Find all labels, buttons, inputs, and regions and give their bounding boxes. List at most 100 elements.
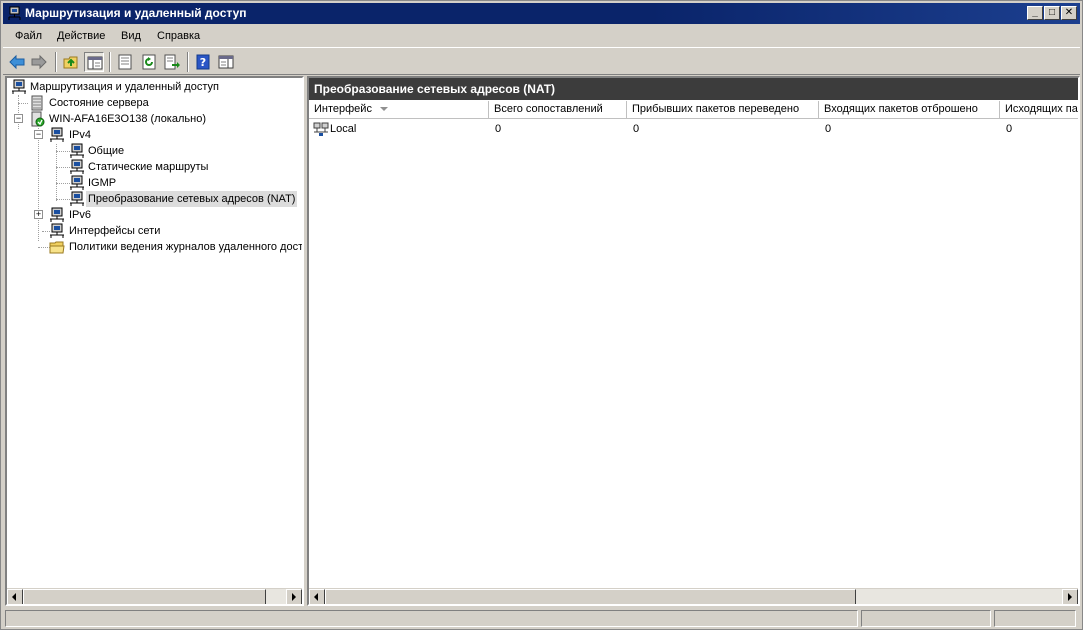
routing-app-icon	[8, 6, 21, 20]
close-button[interactable]: ✕	[1061, 6, 1077, 20]
export-list-button[interactable]	[162, 52, 182, 72]
network-node-icon	[70, 143, 84, 158]
status-panel-main	[5, 610, 858, 627]
toolbar-separator	[55, 52, 57, 72]
window-title: Маршрутизация и удаленный доступ	[25, 6, 247, 20]
menu-view[interactable]: Вид	[118, 29, 144, 43]
expand-toggle[interactable]: +	[34, 210, 43, 219]
tree-label: IGMP	[88, 177, 117, 189]
network-node-icon	[50, 223, 64, 238]
scroll-right-button[interactable]	[286, 589, 302, 604]
scroll-thumb[interactable]	[23, 589, 266, 604]
console-tree[interactable]: Маршрутизация и удаленный доступ Состоян…	[5, 76, 304, 606]
column-header-inbound-rejected[interactable]: Входящих пакетов отброшено	[819, 101, 1000, 119]
table-row[interactable]: Local 0 0 0 0	[309, 121, 1078, 137]
show-hide-tree-button[interactable]	[84, 52, 104, 72]
cell-inbound-translated: 0	[633, 123, 640, 135]
network-interface-icon	[313, 122, 329, 136]
folder-icon	[49, 241, 65, 254]
arrow-right-icon	[292, 593, 296, 601]
tree-label: IPv6	[69, 209, 92, 221]
scroll-right-button[interactable]	[1062, 589, 1078, 604]
toolbar-separator	[187, 52, 189, 72]
tree-item-ipv4[interactable]: − IPv4	[7, 127, 302, 143]
tree-label: Интерфейсы сети	[69, 225, 161, 237]
tree-item-server-status[interactable]: Состояние сервера	[7, 95, 302, 111]
tree-item-server[interactable]: − WIN-AFA16E3O138 (локально)	[7, 111, 302, 127]
network-node-icon	[70, 175, 84, 190]
sort-down-icon	[379, 107, 388, 112]
routing-server-icon	[12, 79, 26, 94]
menu-bar: Файл Действие Вид Справка	[3, 26, 1080, 46]
status-bar	[3, 609, 1080, 628]
column-header-inbound-translated[interactable]: Прибывших пакетов переведено	[627, 101, 819, 119]
back-arrow-icon	[9, 54, 25, 70]
column-headers: Интерфейс Всего сопоставлений Прибывших …	[309, 101, 1078, 119]
tree-item-igmp[interactable]: IGMP	[7, 175, 302, 191]
help-icon: ?	[196, 54, 210, 70]
export-list-icon	[164, 54, 180, 70]
collapse-toggle[interactable]: −	[34, 130, 43, 139]
menu-file[interactable]: Файл	[12, 29, 45, 43]
tree-label: Политики ведения журналов удаленного дос…	[69, 241, 304, 253]
help-button[interactable]: ?	[193, 52, 213, 72]
refresh-button[interactable]	[139, 52, 159, 72]
up-folder-icon	[63, 56, 78, 69]
column-header-interface[interactable]: Интерфейс	[309, 101, 489, 119]
title-bar[interactable]: Маршрутизация и удаленный доступ _ □ ✕	[3, 3, 1080, 24]
tree-item-root[interactable]: Маршрутизация и удаленный доступ	[7, 79, 302, 95]
toolbar: ?	[3, 47, 1080, 75]
tree-label: Состояние сервера	[49, 97, 149, 109]
tree-label: Общие	[88, 145, 125, 157]
tree-item-static-routes[interactable]: Статические маршруты	[7, 159, 302, 175]
arrow-right-icon	[1068, 593, 1072, 601]
tree-label: WIN-AFA16E3O138 (локально)	[49, 113, 206, 125]
column-header-total-mappings[interactable]: Всего сопоставлений	[489, 101, 627, 119]
action-pane-button[interactable]	[216, 52, 236, 72]
svg-text:?: ?	[200, 56, 206, 69]
tree-item-logging[interactable]: Политики ведения журналов удаленного дос…	[7, 239, 304, 255]
tree-horizontal-scrollbar[interactable]	[7, 588, 302, 604]
show-hide-console-tree-icon	[87, 56, 103, 70]
server-icon	[31, 111, 45, 127]
network-node-icon	[70, 191, 84, 206]
maximize-button[interactable]: □	[1044, 6, 1060, 20]
details-header: Преобразование сетевых адресов (NAT)	[309, 78, 1078, 100]
refresh-icon	[142, 54, 156, 70]
network-node-icon	[50, 127, 64, 142]
menu-action[interactable]: Действие	[54, 29, 108, 43]
tree-label: Маршрутизация и удаленный доступ	[30, 81, 219, 93]
scroll-left-button[interactable]	[309, 589, 325, 604]
tree-label: Преобразование сетевых адресов (NAT)	[86, 191, 298, 207]
app-window: Маршрутизация и удаленный доступ _ □ ✕ Ф…	[0, 0, 1083, 630]
arrow-left-icon	[314, 593, 318, 601]
tree-item-nat[interactable]: Преобразование сетевых адресов (NAT)	[7, 191, 302, 207]
scroll-thumb[interactable]	[325, 589, 856, 604]
tree-item-general[interactable]: Общие	[7, 143, 302, 159]
scroll-left-button[interactable]	[7, 589, 23, 604]
forward-button[interactable]	[29, 52, 49, 72]
minimize-button[interactable]: _	[1027, 6, 1043, 20]
tree-item-interfaces[interactable]: Интерфейсы сети	[7, 223, 302, 239]
server-status-icon	[31, 95, 43, 111]
properties-icon	[118, 54, 132, 70]
cell-outbound-translated: 0	[1006, 123, 1013, 135]
column-header-label: Интерфейс	[314, 103, 372, 115]
status-panel-tertiary	[994, 610, 1076, 627]
collapse-toggle[interactable]: −	[14, 114, 23, 123]
properties-button[interactable]	[115, 52, 135, 72]
tree-item-ipv6[interactable]: + IPv6	[7, 207, 302, 223]
toolbar-separator	[109, 52, 111, 72]
network-node-icon	[70, 159, 84, 174]
cell-total-mappings: 0	[495, 123, 502, 135]
details-pane[interactable]: Преобразование сетевых адресов (NAT) Инт…	[307, 76, 1080, 606]
details-horizontal-scrollbar[interactable]	[309, 588, 1078, 604]
menu-help[interactable]: Справка	[154, 29, 203, 43]
back-button[interactable]	[7, 52, 27, 72]
arrow-left-icon	[12, 593, 16, 601]
column-header-outbound-translated[interactable]: Исходящих пакетов переведено	[1000, 101, 1078, 119]
up-level-button[interactable]	[61, 52, 81, 72]
cell-interface: Local	[330, 123, 357, 135]
status-panel-secondary	[861, 610, 991, 627]
tree-label: Статические маршруты	[88, 161, 209, 173]
